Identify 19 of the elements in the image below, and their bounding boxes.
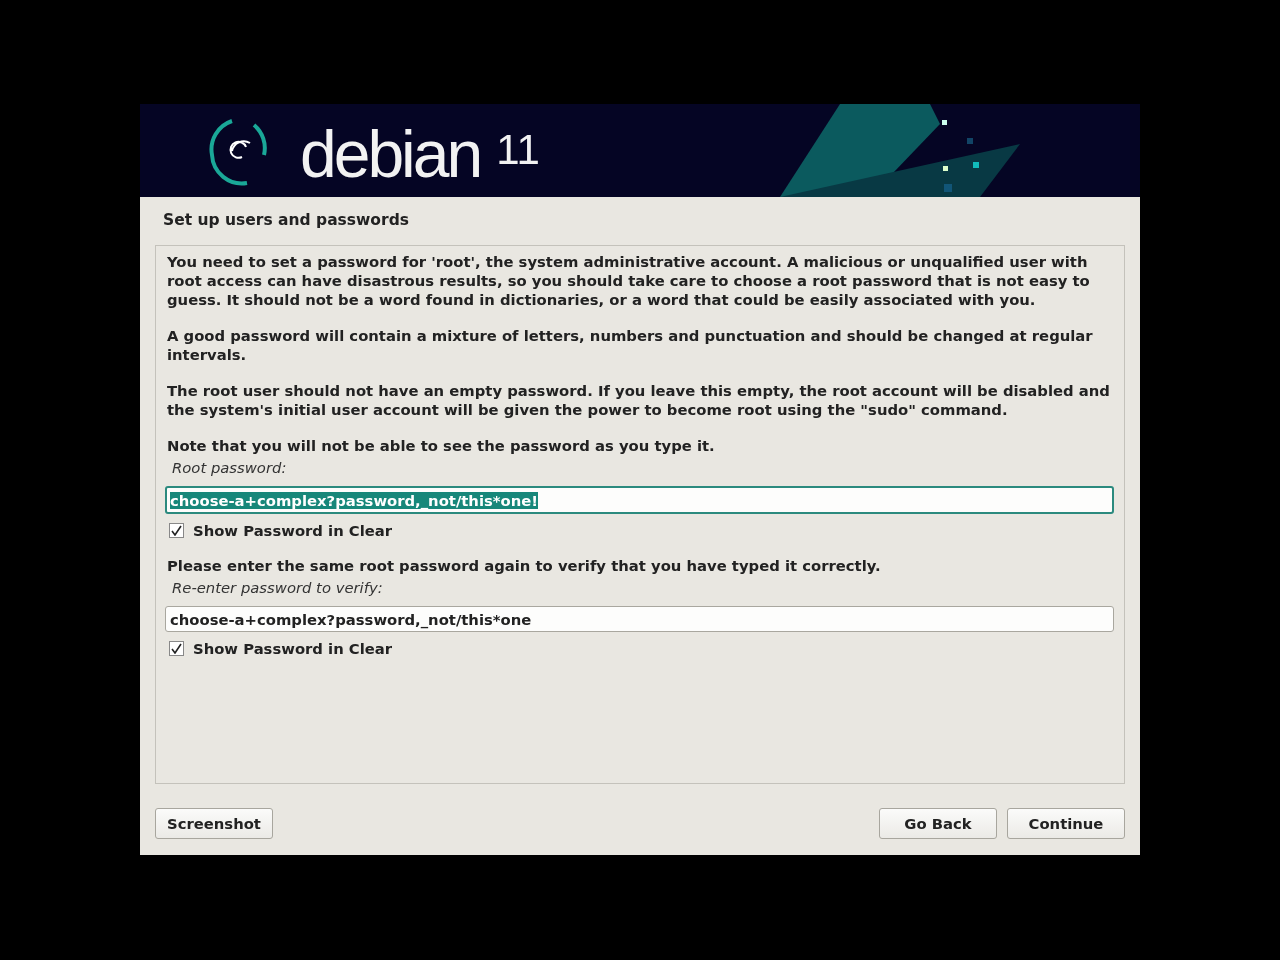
checkbox[interactable] <box>169 641 184 656</box>
screenshot-button[interactable]: Screenshot <box>155 808 273 839</box>
logo-text: debian <box>300 120 481 187</box>
checkbox-label[interactable]: Show Password in Clear <box>193 522 393 539</box>
field-label: Re-enter password to verify: <box>172 579 384 596</box>
password-field[interactable]: choose-a+complex?password,_not/this*one! <box>165 486 1114 514</box>
paragraph: The root user should not have an empty password. If you leave this empty, the root account will be disabled and the system's initial user account will be given the power to become root using the "sudo" command. <box>167 381 1111 419</box>
continue-button[interactable]: Continue <box>1007 808 1125 839</box>
checkbox[interactable] <box>169 523 184 538</box>
field-label: Root password: <box>172 459 288 476</box>
password-field[interactable]: choose-a+complex?password,_not/this*one <box>165 606 1114 632</box>
version-number: 11 <box>496 125 540 174</box>
paragraph: A good password will contain a mixture of letters, numbers and punctuation and should be changed at regular intervals. <box>167 326 1094 364</box>
checkbox-label[interactable]: Show Password in Clear <box>193 640 393 657</box>
paragraph: Please enter the same root password again to verify that you have typed it correctly. <box>167 556 882 575</box>
paragraph: Note that you will not be able to see the password as you type it. <box>167 436 716 455</box>
paragraph: You need to set a password for 'root', the system administrative account. A malicious or unqualified user with root access can have disastrous results, so you should take care to choose a root password that is not easy to guess. It should not be a word found in dictionaries, or a word that could be easily associated with you. <box>167 252 1091 309</box>
back-button[interactable]: Go Back <box>879 808 997 839</box>
dialog-title: Set up users and passwords <box>163 211 410 231</box>
